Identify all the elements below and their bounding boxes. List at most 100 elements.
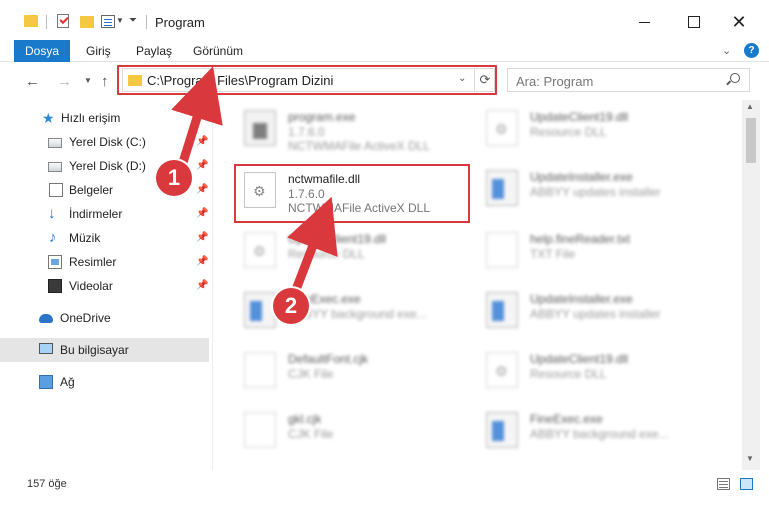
dll-icon	[244, 232, 276, 268]
chevron-down-icon[interactable]: ▼	[116, 16, 124, 25]
program-icon	[244, 110, 276, 146]
dll-icon	[486, 110, 518, 146]
minimize-button[interactable]	[633, 10, 657, 34]
file-item[interactable]: UpdateClient19.dll Resource DLL	[476, 104, 716, 156]
item-count: 157 öğe	[27, 478, 67, 490]
refresh-button[interactable]: ⟳	[474, 69, 495, 91]
pin-icon[interactable]: 📌	[196, 226, 208, 250]
file-item[interactable]: UpdateClient19.dll Resource DLL	[234, 226, 474, 278]
recent-locations-button[interactable]: ▼	[84, 76, 92, 85]
tab-home[interactable]: Giriş	[86, 40, 111, 62]
address-path[interactable]: C:\Program Files\Program Dizini	[147, 73, 333, 88]
navigation-bar: ← → ▼ ↑ C:\Program Files\Program Dizini …	[0, 62, 769, 100]
scrollbar-thumb[interactable]	[746, 118, 756, 163]
search-icon[interactable]	[730, 73, 740, 83]
download-icon: ↓	[48, 205, 56, 222]
sidebar-item-label: Yerel Disk (D:)	[69, 159, 146, 173]
pin-icon[interactable]: 📌	[196, 154, 208, 178]
sidebar-item-label: Ağ	[60, 375, 75, 389]
back-button[interactable]: ←	[25, 73, 40, 90]
sidebar-item-label: Videolar	[69, 279, 113, 293]
file-item-nctwmafile[interactable]: nctwmafile.dll 1.7.6.0 NCTWMAFile Active…	[234, 166, 474, 218]
up-button[interactable]: ↑	[101, 73, 109, 90]
address-bar[interactable]: C:\Program Files\Program Dizini ⌄ ⟳	[122, 68, 495, 92]
drive-icon	[48, 162, 62, 172]
file-description: NCTWMAFile ActiveX DLL	[288, 139, 431, 153]
pin-icon[interactable]: 📌	[196, 178, 208, 202]
tab-view[interactable]: Görünüm	[193, 40, 243, 62]
sidebar-item-pictures[interactable]: Resimler 📌	[0, 250, 209, 274]
file-item[interactable]: FineExec.exe ABBYY background exe...	[476, 406, 716, 458]
step-2-callout: 2	[273, 288, 309, 324]
documents-icon	[49, 183, 63, 197]
scroll-up-icon[interactable]: ▲	[746, 102, 754, 111]
file-description: ABBYY background exe...	[288, 307, 427, 321]
new-folder-icon[interactable]	[80, 16, 94, 28]
file-name: UpdateClient19.dll	[288, 232, 387, 246]
onedrive-icon	[39, 314, 53, 323]
sidebar-item-videos[interactable]: Videolar 📌	[0, 274, 209, 298]
file-name: DefaultFont.cjk	[288, 352, 369, 366]
sidebar-item-network[interactable]: Ağ	[0, 370, 209, 394]
text-file-icon	[486, 232, 518, 268]
details-view-icon[interactable]	[717, 478, 730, 490]
file-name: FineExec.exe	[530, 412, 603, 426]
file-name: UpdateInstaller.exe	[530, 292, 633, 306]
file-name: program.exe	[288, 110, 356, 124]
large-icons-view-icon[interactable]	[740, 478, 753, 490]
file-version: 1.7.6.0	[288, 125, 325, 139]
sidebar-item-music[interactable]: ♪ Müzik 📌	[0, 226, 209, 250]
ribbon-tabs: Dosya Giriş Paylaş Görünüm ⌄ ?	[0, 40, 769, 62]
file-icon	[244, 352, 276, 388]
sidebar-item-quick-access[interactable]: ★ Hızlı erişim	[0, 106, 209, 130]
pin-icon[interactable]: 📌	[196, 250, 208, 274]
pin-icon[interactable]: 📌	[196, 202, 208, 226]
file-item[interactable]: FineExec.exe ABBYY background exe...	[234, 286, 474, 338]
maximize-button[interactable]	[682, 10, 706, 34]
chevron-down-icon[interactable]: ⌄	[458, 73, 466, 84]
search-input[interactable]: Ara: Program	[516, 74, 593, 89]
properties-icon[interactable]	[101, 15, 115, 28]
file-item[interactable]: gkl.cjk CJK File	[234, 406, 474, 458]
file-item[interactable]: UpdateClient19.dll Resource DLL	[476, 346, 716, 398]
file-item[interactable]: help.fineReader.txt TXT File	[476, 226, 716, 278]
forward-button[interactable]: →	[57, 73, 72, 90]
sidebar-item-onedrive[interactable]: OneDrive	[0, 306, 209, 330]
sidebar-item-local-disk-c[interactable]: Yerel Disk (C:) 📌	[0, 130, 209, 154]
tab-share[interactable]: Paylaş	[136, 40, 172, 62]
folder-icon	[128, 75, 142, 86]
sidebar-item-label: Yerel Disk (C:)	[69, 135, 146, 149]
file-item[interactable]: UpdateInstaller.exe ABBYY updates instal…	[476, 164, 716, 216]
sidebar-item-this-pc[interactable]: Bu bilgisayar	[0, 338, 209, 362]
scroll-down-icon[interactable]: ▼	[746, 454, 754, 463]
properties-check-icon[interactable]	[57, 14, 69, 28]
file-name: nctwmafile.dll	[288, 172, 361, 186]
pin-icon[interactable]: 📌	[196, 274, 208, 298]
sidebar-item-label: Resimler	[69, 255, 117, 269]
toolbar-separator	[146, 15, 147, 29]
help-icon[interactable]: ?	[744, 43, 759, 58]
toolbar-separator	[46, 15, 47, 29]
pin-icon[interactable]: 📌	[196, 130, 208, 154]
file-item[interactable]: program.exe 1.7.6.0 NCTWMAFile ActiveX D…	[234, 104, 474, 156]
sidebar-item-label: Müzik	[69, 231, 101, 245]
file-description: Resource DLL	[530, 367, 607, 381]
search-box[interactable]: Ara: Program	[507, 68, 750, 92]
star-icon: ★	[42, 110, 55, 126]
file-description: CJK File	[288, 427, 334, 441]
file-item[interactable]: UpdateInstaller.exe ABBYY updates instal…	[476, 286, 716, 338]
customize-quick-access-icon[interactable]: ⏷	[129, 15, 137, 26]
expand-ribbon-icon[interactable]: ⌄	[722, 44, 731, 57]
sidebar-item-downloads[interactable]: ↓ İndirmeler 📌	[0, 202, 209, 226]
sidebar-item-label: İndirmeler	[69, 207, 123, 221]
dll-icon	[486, 352, 518, 388]
exe-icon	[486, 170, 518, 206]
tab-file[interactable]: Dosya	[14, 40, 70, 62]
vertical-scrollbar[interactable]: ▲ ▼	[742, 100, 760, 470]
file-item[interactable]: DefaultFont.cjk CJK File	[234, 346, 474, 398]
file-name: UpdateClient19.dll	[530, 352, 629, 366]
step-1-callout: 1	[156, 160, 192, 196]
file-description: ABBYY updates installer	[530, 185, 661, 199]
close-button[interactable]: ✕	[727, 10, 751, 34]
exe-icon	[486, 412, 518, 448]
